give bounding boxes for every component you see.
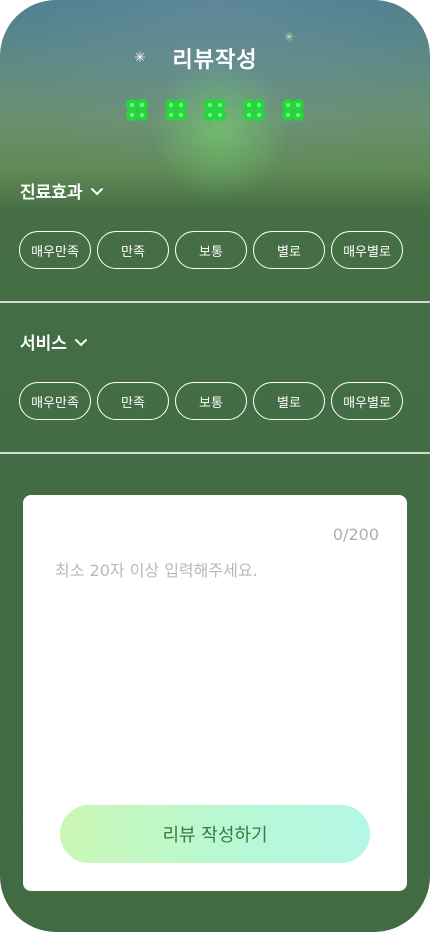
page-title: 리뷰작성	[172, 48, 258, 73]
sparkle-icon: ✳	[134, 50, 146, 66]
service-options: 매우만족 만족 보통 별로 매우별로	[19, 382, 403, 420]
treatment-effect-options: 매우만족 만족 보통 별로 매우별로	[19, 231, 403, 269]
option-very-satisfied[interactable]: 매우만족	[19, 231, 91, 269]
clover-icon[interactable]	[200, 96, 230, 126]
divider	[0, 301, 430, 303]
option-satisfied[interactable]: 만족	[97, 382, 169, 420]
option-satisfied[interactable]: 만족	[97, 231, 169, 269]
option-poor[interactable]: 별로	[253, 382, 325, 420]
option-average[interactable]: 보통	[175, 231, 247, 269]
section-treatment-effect-header[interactable]: 진료효과	[20, 178, 103, 203]
option-poor[interactable]: 별로	[253, 231, 325, 269]
option-average[interactable]: 보통	[175, 382, 247, 420]
clover-icon[interactable]	[122, 96, 152, 126]
review-text-area[interactable]: 0/200 최소 20자 이상 입력해주세요. 리뷰 작성하기	[23, 495, 407, 891]
header: 리뷰작성	[0, 40, 430, 76]
chevron-down-icon	[74, 338, 87, 346]
divider	[0, 452, 430, 454]
background-glow	[150, 60, 290, 200]
submit-review-button[interactable]: 리뷰 작성하기	[60, 805, 370, 863]
clover-icon[interactable]	[239, 96, 269, 126]
section-title: 서비스	[20, 334, 67, 354]
section-title: 진료효과	[20, 183, 83, 203]
character-counter: 0/200	[332, 525, 379, 544]
sparkle-icon: ✳	[284, 30, 295, 44]
clover-icon[interactable]	[161, 96, 191, 126]
option-very-satisfied[interactable]: 매우만족	[19, 382, 91, 420]
option-very-poor[interactable]: 매우별로	[331, 231, 403, 269]
submit-review-label: 리뷰 작성하기	[162, 825, 268, 846]
clover-icon[interactable]	[278, 96, 308, 126]
clover-rating[interactable]	[0, 96, 430, 126]
screen: 리뷰작성 ✳ ✳ 진료효과 매우만족 만족 보통 별로 매우별로 서비스 매우만…	[0, 0, 430, 932]
section-service-header[interactable]: 서비스	[20, 329, 87, 354]
chevron-down-icon	[90, 187, 103, 195]
review-placeholder: 최소 20자 이상 입력해주세요.	[55, 561, 258, 580]
option-very-poor[interactable]: 매우별로	[331, 382, 403, 420]
